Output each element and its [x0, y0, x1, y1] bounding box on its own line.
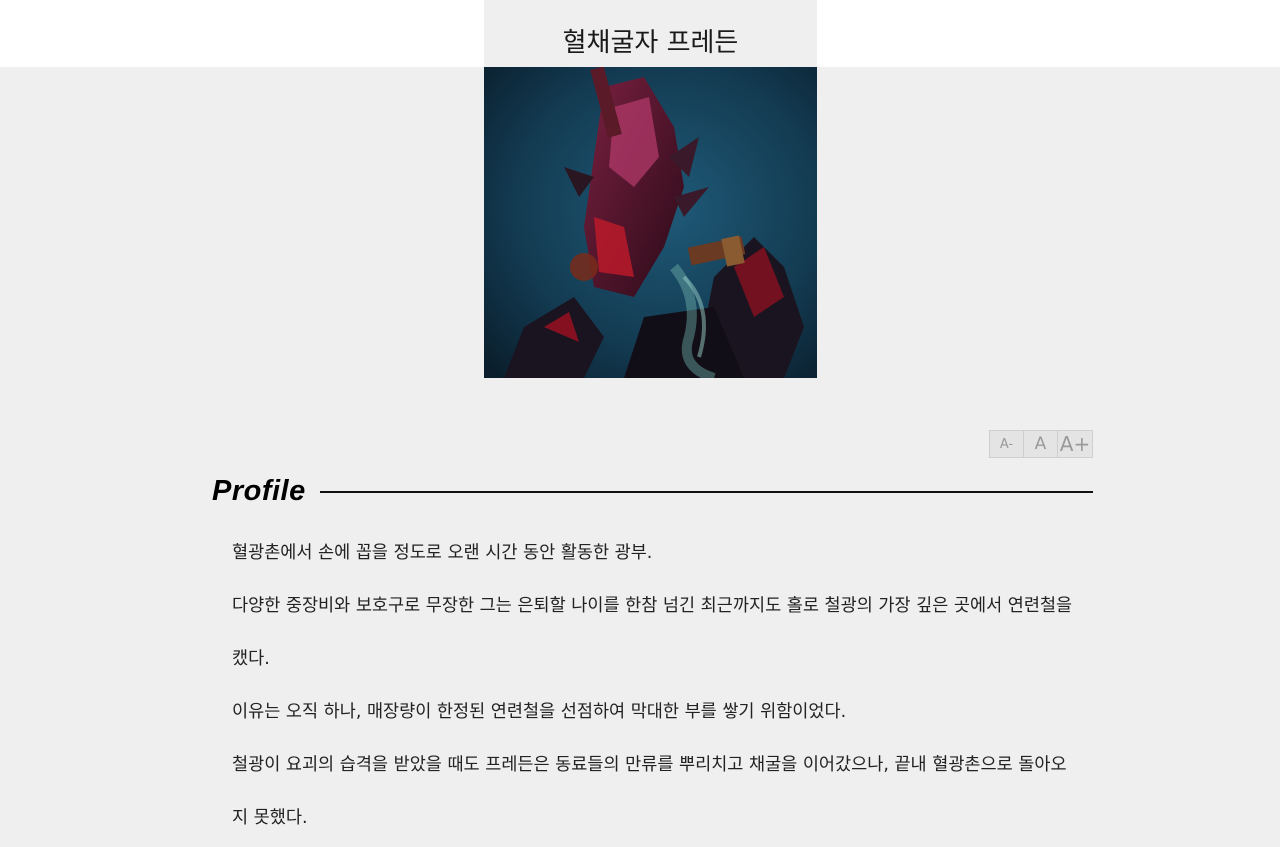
profile-paragraph: 혈광촌에서 손에 꼽을 정도로 오랜 시간 동안 활동한 광부.: [232, 543, 653, 563]
profile-section-header: Profile: [212, 471, 1093, 511]
profile-paragraph: 철광이 요괴의 습격을 받았을 때도 프레든은 동료들의 만류를 뿌리치고 채굴…: [232, 755, 1067, 828]
profile-paragraph: 이유는 오직 하나, 매장량이 한정된 연련철을 선점하여 막대한 부를 쌓기 …: [232, 702, 847, 722]
normal-font-button[interactable]: A: [1024, 431, 1058, 457]
font-size-controls: A- A A+: [989, 430, 1093, 458]
decrease-font-button[interactable]: A-: [990, 431, 1024, 457]
increase-font-button[interactable]: A+: [1058, 431, 1092, 457]
profile-text: 혈광촌에서 손에 꼽을 정도로 오랜 시간 동안 활동한 광부. 다양한 중장비…: [232, 527, 1082, 845]
profile-paragraph: 다양한 중장비와 보호구로 무장한 그는 은퇴할 나이를 한참 넘긴 최근까지도…: [232, 596, 1073, 669]
character-portrait: [484, 67, 817, 378]
section-divider: [319, 491, 1093, 493]
page-title: 혈채굴자 프레든: [484, 0, 817, 67]
profile-heading: Profile: [212, 474, 306, 507]
